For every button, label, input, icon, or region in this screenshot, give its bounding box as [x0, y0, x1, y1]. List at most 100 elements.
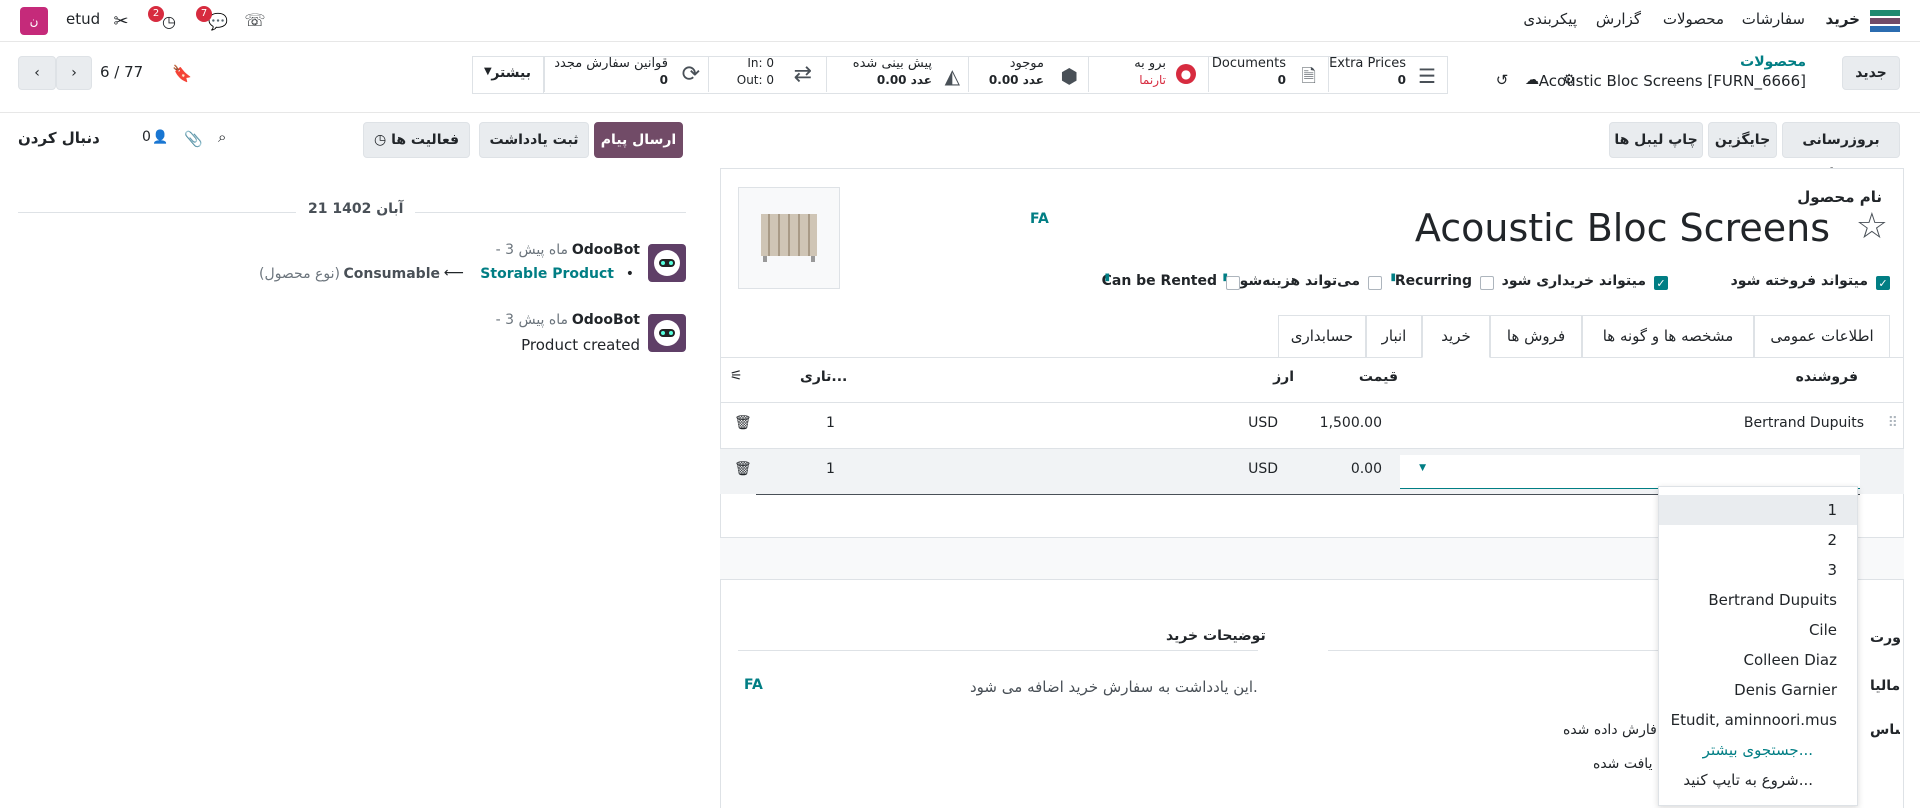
document-icon: 🗎 [1301, 66, 1316, 87]
print-labels-button[interactable]: چاپ لیبل ها [1609, 122, 1703, 158]
send-message-button[interactable]: ارسال پیام [594, 122, 683, 158]
optional-columns-icon[interactable]: ⚟ [730, 368, 743, 384]
odoobot-face [654, 250, 680, 276]
stat-reordering-rules[interactable]: ⟳ قوانین سفارش مجدد 0 [544, 56, 708, 92]
follow-button[interactable]: دنبال کردن [18, 129, 100, 147]
checkbox-box[interactable] [1876, 276, 1890, 290]
checkbox-label: Can be Rented [1101, 273, 1217, 289]
cell-price[interactable]: 0.00 [1351, 461, 1382, 477]
column-vendor[interactable]: فروشنده [1796, 369, 1858, 385]
tracking-field: (نوع محصول) [259, 266, 340, 282]
vendor-dropdown-caret-icon[interactable]: ▼ [1419, 463, 1426, 473]
stat-title: In: 0 [747, 56, 774, 70]
tab-general-information[interactable]: اطلاعات عمومی [1754, 315, 1890, 357]
checkbox-box[interactable] [1226, 276, 1240, 290]
search-icon[interactable]: ⌕ [218, 128, 226, 146]
menu-configuration[interactable]: پیکربندی [1523, 10, 1577, 28]
stat-value: 0.00 عدد [988, 73, 1044, 87]
stat-more-dropdown[interactable]: بیشتر ▼ [472, 56, 544, 94]
stat-go-to-website[interactable]: ● برو به تارنما [1088, 56, 1208, 92]
delete-trash-icon[interactable]: 🗑 [734, 415, 752, 431]
table-row[interactable]: ⠿ Bertrand Dupuits 1,500.00 USD 1 🗑 [720, 403, 1904, 448]
odoobot-avatar[interactable] [648, 314, 686, 352]
tracking-new-value: Storable Product [480, 266, 614, 282]
breadcrumb-parent[interactable]: محصولات [1740, 54, 1806, 70]
favorite-star-icon[interactable]: ☆ [1856, 206, 1888, 247]
discard-undo-icon[interactable]: ↺ [1493, 71, 1511, 89]
menu-products[interactable]: محصولات [1663, 10, 1724, 28]
message-author[interactable]: OdooBot [572, 312, 640, 328]
tab-inventory[interactable]: انبار [1366, 315, 1422, 357]
dropdown-option[interactable]: 1 [1659, 495, 1857, 525]
column-price[interactable]: قیمت [1359, 369, 1398, 385]
new-button[interactable]: جدید [1842, 56, 1900, 90]
checkbox-box[interactable] [1654, 276, 1668, 290]
stat-title: Extra Prices [1329, 56, 1406, 71]
apps-menu-icon[interactable] [1870, 10, 1900, 32]
dropdown-option[interactable]: Colleen Diaz [1659, 645, 1857, 675]
bookmark-icon[interactable]: 🔖 [172, 64, 192, 83]
dropdown-option[interactable]: Cile [1659, 615, 1857, 645]
update-quantity-button[interactable]: بروزرسانی مقدار [1782, 122, 1900, 182]
stat-extra-prices[interactable]: ☰ Extra Prices 0 [1328, 56, 1448, 92]
attachment-paperclip-icon[interactable]: 📎 [184, 130, 203, 148]
more-label: بیشتر [491, 65, 531, 81]
phone-icon[interactable]: ☏ [244, 10, 266, 32]
user-avatar[interactable]: ن [20, 7, 48, 35]
odoobot-avatar[interactable] [648, 244, 686, 282]
checkbox-label: می‌تواند هزینه‌شود [1232, 273, 1361, 289]
tracking-bullet: • [625, 266, 634, 282]
app-name[interactable]: خرید [1826, 10, 1860, 28]
company-name[interactable]: etud [66, 10, 100, 28]
message-author[interactable]: OdooBot [572, 242, 640, 258]
stat-in-out[interactable]: ⇄ In: 0 Out: 0 [708, 56, 826, 92]
stat-on-hand[interactable]: ⬢ موجود 0.00 عدد [968, 56, 1088, 92]
followers-user-icon[interactable]: 👤 [152, 130, 168, 145]
stat-documents[interactable]: 🗎 Documents 0 [1208, 56, 1328, 92]
purchase-desc-title: توضیحات خرید [1166, 628, 1266, 644]
debug-tools-icon[interactable]: ✂ [110, 10, 132, 32]
menu-orders[interactable]: سفارشات [1742, 10, 1805, 28]
translate-button[interactable]: FA [744, 677, 763, 693]
pager-value[interactable]: 6 / 77 [100, 63, 143, 81]
save-cloud-icon[interactable]: ☁ [1522, 71, 1542, 89]
message: OdooBot - 3 ماه پیش Product created [18, 310, 686, 370]
dropdown-option[interactable]: Bertrand Dupuits [1659, 585, 1857, 615]
stat-title: قوانین سفارش مجدد [554, 56, 668, 71]
stat-forecasted[interactable]: ◭ پیش بینی شده 0.00 عدد [826, 56, 968, 92]
search-more-link[interactable]: جستجوی بیشتر... [1659, 735, 1857, 765]
tab-attributes-variants[interactable]: مشخصه ها و گونه ها [1582, 315, 1754, 357]
next-record-button[interactable]: › [56, 56, 92, 90]
product-name-field[interactable]: Acoustic Bloc Screens [1415, 206, 1830, 250]
product-image[interactable] [738, 187, 840, 289]
refresh-icon: ⟳ [681, 62, 700, 87]
cell-currency[interactable]: USD [1248, 461, 1278, 477]
dropdown-option[interactable]: 3 [1659, 555, 1857, 585]
dropdown-option[interactable]: Denis Garnier [1659, 675, 1857, 705]
vendor-input[interactable] [1400, 455, 1860, 489]
column-date[interactable]: تاری... [800, 369, 847, 385]
activities-button[interactable]: ◷ فعالیت ها [363, 122, 470, 158]
tab-sales[interactable]: فروش ها [1490, 315, 1582, 357]
activities-label: فعالیت ها [391, 132, 460, 148]
purchase-desc-input[interactable]: این یادداشت به سفارش خرید اضافه می شود. [970, 678, 1258, 696]
column-currency[interactable]: ارز [1273, 369, 1294, 385]
cell-qty[interactable]: 1 [826, 461, 835, 477]
checkbox-box[interactable] [1368, 276, 1382, 290]
menu-reporting[interactable]: گزارش [1596, 10, 1641, 28]
dropdown-option[interactable]: Etudit, aminnoori.mus [1659, 705, 1857, 735]
list-icon: ☰ [1418, 64, 1436, 88]
translate-button[interactable]: FA [1030, 211, 1049, 227]
tab-purchase[interactable]: خرید [1422, 315, 1490, 358]
dropdown-option[interactable]: 2 [1659, 525, 1857, 555]
radio-option-label: یافت شده [1593, 756, 1653, 772]
log-note-button[interactable]: ثبت یادداشت [479, 122, 589, 158]
checkbox-box[interactable] [1480, 276, 1494, 290]
drag-handle-icon[interactable]: ⠿ [1888, 415, 1898, 431]
tab-accounting[interactable]: حسابداری [1278, 315, 1366, 357]
stat-value: 0 [659, 73, 668, 87]
replenish-button[interactable]: جایگزین [1708, 122, 1777, 158]
previous-record-button[interactable]: ‹ [18, 56, 56, 90]
delete-trash-icon[interactable]: 🗑 [734, 461, 752, 477]
settings-gear-icon[interactable]: ⚙ [1561, 72, 1577, 88]
